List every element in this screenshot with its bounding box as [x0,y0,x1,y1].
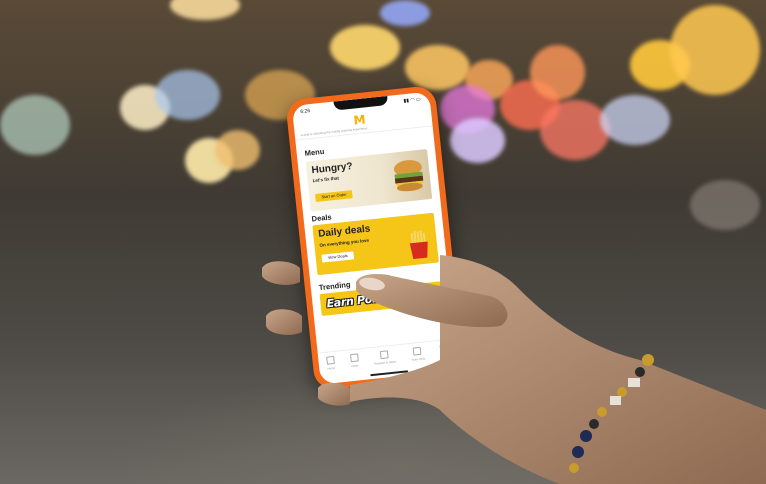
hand [262,255,766,484]
finger-left-top [262,261,300,285]
finger-left-low [318,382,352,406]
finger-left-mid [266,309,302,335]
